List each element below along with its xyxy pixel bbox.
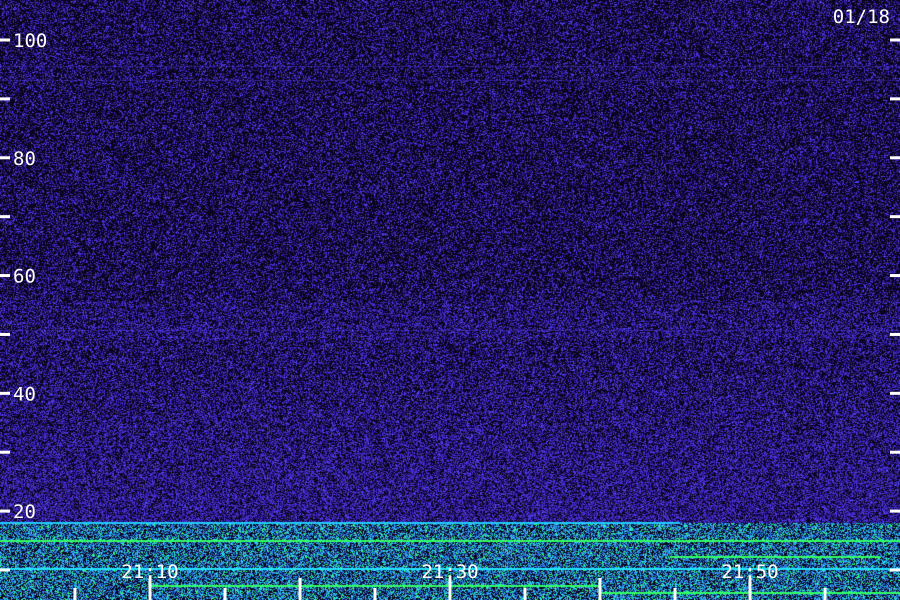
x-tick-label: 21:30 xyxy=(421,561,478,583)
x-tick xyxy=(598,578,602,600)
y-tick-right xyxy=(890,391,900,395)
y-tick-label: 60 xyxy=(13,266,36,288)
x-tick xyxy=(523,588,527,600)
y-tick-right xyxy=(890,568,900,572)
y-tick-left xyxy=(0,332,10,336)
spectrogram-axes: 20 40 60 80 100 21:10 21:30 21:50 01/18 xyxy=(0,6,900,600)
y-tick-right xyxy=(890,509,900,513)
y-tick-left xyxy=(0,215,10,219)
y-tick-right xyxy=(890,38,900,42)
x-tick xyxy=(373,588,377,600)
y-tick-label: 100 xyxy=(13,30,47,52)
x-axis: 21:10 21:30 21:50 xyxy=(73,561,827,600)
y-axis-left: 20 40 60 80 100 xyxy=(0,30,47,572)
y-tick-left xyxy=(0,97,10,101)
y-tick-label: 20 xyxy=(13,501,36,523)
y-tick-left xyxy=(0,391,10,395)
x-tick xyxy=(223,588,227,600)
x-tick xyxy=(823,588,827,600)
y-tick-right xyxy=(890,274,900,278)
y-tick-left xyxy=(0,450,10,454)
y-tick-label: 80 xyxy=(13,148,36,170)
y-axis-right xyxy=(890,38,900,572)
date-label: 01/18 xyxy=(833,6,890,28)
x-tick-label: 21:10 xyxy=(121,561,178,583)
y-tick-right xyxy=(890,97,900,101)
y-tick-right xyxy=(890,450,900,454)
y-tick-right xyxy=(890,215,900,219)
y-tick-right xyxy=(890,332,900,336)
y-tick-left xyxy=(0,274,10,278)
x-tick xyxy=(73,588,77,600)
y-tick-left xyxy=(0,156,10,160)
y-tick-left xyxy=(0,568,10,572)
y-tick-left xyxy=(0,38,10,42)
y-tick-right xyxy=(890,156,900,160)
y-tick-left xyxy=(0,509,10,513)
x-tick xyxy=(673,588,677,600)
y-tick-label: 40 xyxy=(13,383,36,405)
x-tick xyxy=(298,578,302,600)
x-tick-label: 21:50 xyxy=(721,561,778,583)
